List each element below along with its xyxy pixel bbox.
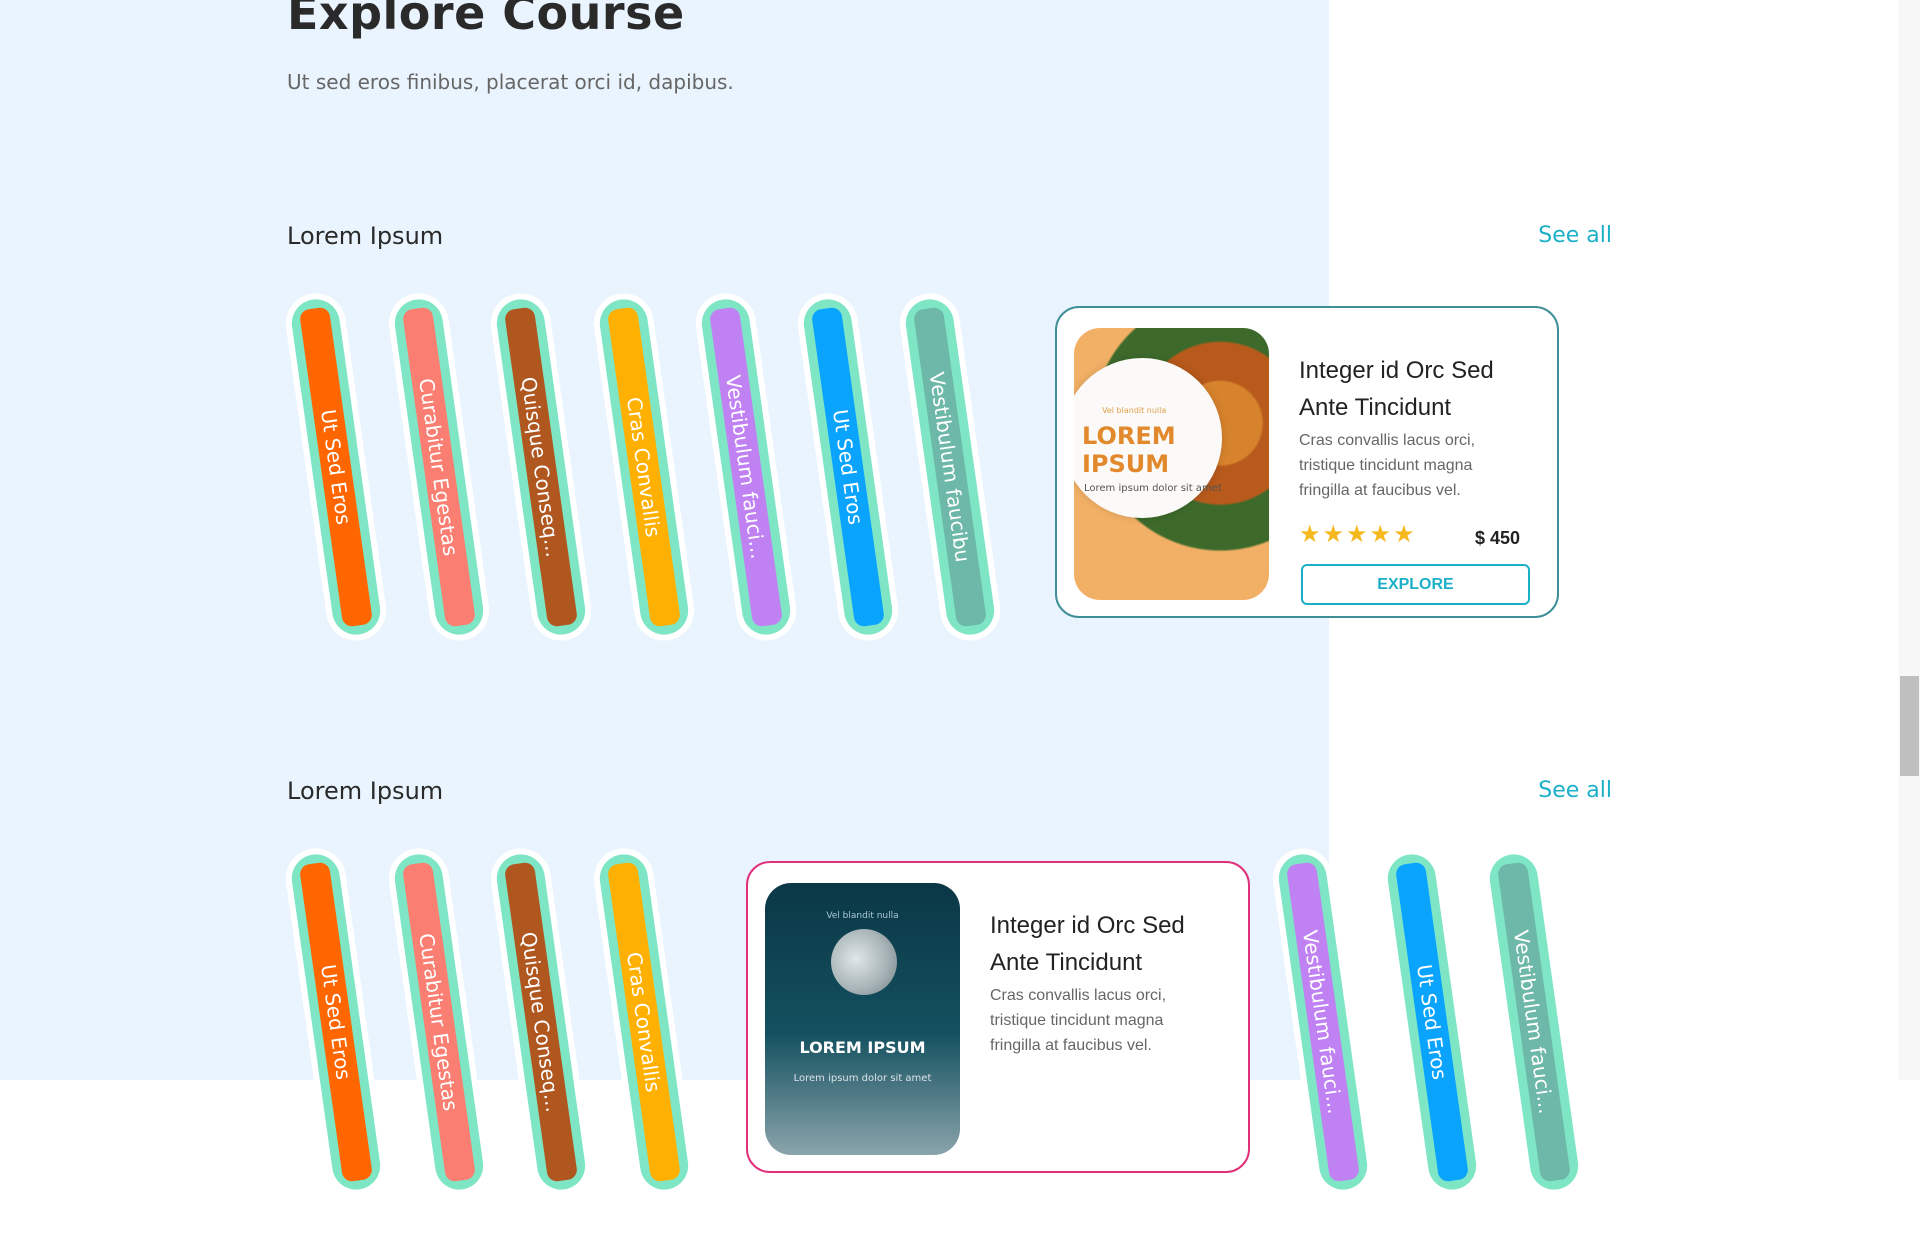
course-tab[interactable]: Ut Sed Eros <box>281 289 391 645</box>
course-tab[interactable]: Vestibulum fauci... <box>1479 844 1589 1200</box>
course-row: Ut Sed Eros Curabitur Egestas Quisque Co… <box>0 835 1920 1235</box>
card-title: Integer id Orc Sed Ante Tincidunt <box>1299 357 1494 421</box>
star-rating-icon: ★★★★★ <box>1299 520 1417 548</box>
card-price: $ 450 <box>1475 528 1521 548</box>
course-tab[interactable]: Quisque Conseq... <box>486 289 596 645</box>
course-tab[interactable]: Curabitur Egestas <box>384 844 494 1200</box>
scrollbar-track[interactable] <box>1899 0 1920 1080</box>
see-all-link[interactable]: See all <box>1538 778 1612 803</box>
card-description: Cras convallis lacus orci, tristique tin… <box>1299 432 1476 499</box>
course-tab[interactable]: Cras Convallis <box>589 289 699 645</box>
course-tab[interactable]: Quisque Conseq... <box>486 844 596 1200</box>
page-subtitle: Ut sed eros finibus, placerat orci id, d… <box>287 70 734 94</box>
course-tab[interactable]: Ut Sed Eros <box>1377 844 1487 1200</box>
moon-icon <box>831 929 897 995</box>
image-title: LOREM IPSUM <box>799 1038 926 1057</box>
course-tab[interactable]: Vestibulum faucibu <box>895 289 1005 645</box>
course-row: Ut Sed Eros Curabitur Egestas Quisque Co… <box>0 280 1920 680</box>
course-tab[interactable]: Vestibulum fauci... <box>691 289 801 645</box>
course-tab[interactable]: Ut Sed Eros <box>281 844 391 1200</box>
course-card: Vel blandit nulla LOREM IPSUM Lorem ipsu… <box>1055 306 1559 618</box>
scrollbar-thumb[interactable] <box>1900 676 1919 776</box>
card-description: Cras convallis lacus orci, tristique tin… <box>990 987 1167 1054</box>
see-all-link[interactable]: See all <box>1538 223 1612 248</box>
course-tab[interactable]: Cras Convallis <box>589 844 699 1200</box>
course-tab[interactable]: Ut Sed Eros <box>793 289 903 645</box>
image-title: LOREM IPSUM <box>1082 422 1176 478</box>
page-title: Explore Course <box>287 0 685 40</box>
course-tab[interactable]: Vestibulum fauci... <box>1268 844 1378 1200</box>
course-tab[interactable]: Curabitur Egestas <box>384 289 494 645</box>
course-card: Vel blandit nulla LOREM IPSUM Lorem ipsu… <box>746 861 1250 1173</box>
course-image: Vel blandit nulla LOREM IPSUM Lorem ipsu… <box>765 883 960 1155</box>
card-title: Integer id Orc Sed Ante Tincidunt <box>990 912 1185 976</box>
course-image: Vel blandit nulla LOREM IPSUM Lorem ipsu… <box>1074 328 1269 600</box>
section-title: Lorem Ipsum <box>287 222 444 250</box>
section-title: Lorem Ipsum <box>287 777 444 805</box>
explore-button[interactable]: EXPLORE <box>1301 564 1530 605</box>
